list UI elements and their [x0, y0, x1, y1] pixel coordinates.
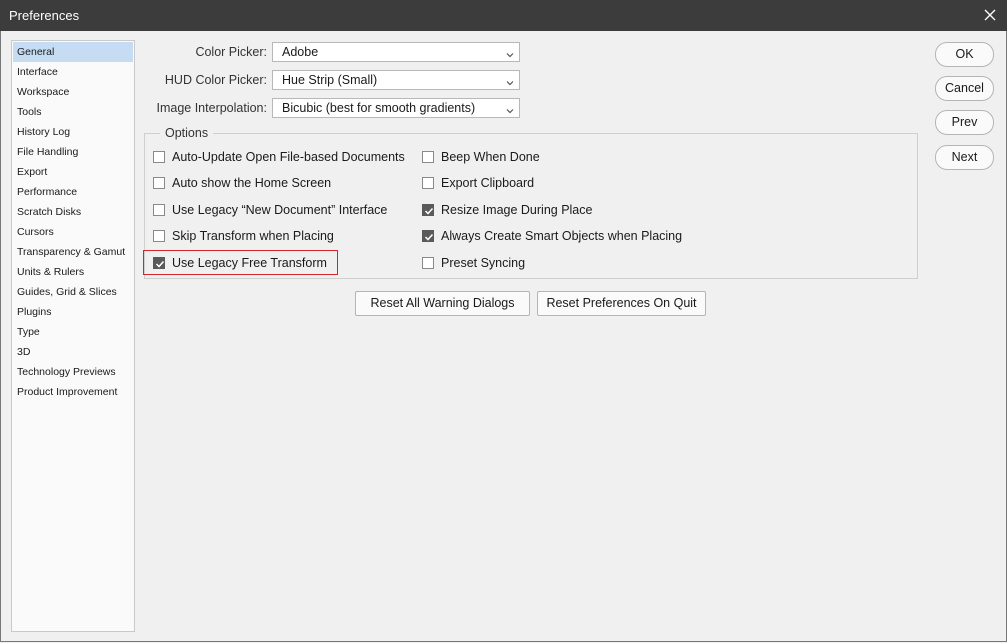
title-bar: Preferences: [0, 0, 1007, 31]
skip-transform-placing-checkbox[interactable]: Skip Transform when Placing: [153, 228, 334, 244]
close-icon[interactable]: [977, 2, 1003, 28]
window-frame: [0, 31, 1007, 642]
legacy-new-document-checkbox[interactable]: Use Legacy “New Document” Interface: [153, 202, 387, 218]
options-legend: Options: [160, 126, 214, 140]
sidebar-item-export[interactable]: Export: [13, 162, 133, 182]
sidebar: General Interface Workspace Tools Histor…: [11, 40, 135, 632]
checkbox-label: Preset Syncing: [441, 256, 526, 270]
checkbox-label: Export Clipboard: [441, 176, 535, 190]
reset-warning-dialogs-button[interactable]: Reset All Warning Dialogs: [355, 291, 530, 316]
sidebar-item-type[interactable]: Type: [13, 322, 133, 342]
checkbox-label: Skip Transform when Placing: [172, 229, 334, 243]
sidebar-item-units-rulers[interactable]: Units & Rulers: [13, 262, 133, 282]
checkbox-label: Auto-Update Open File-based Documents: [172, 150, 405, 164]
checkbox-box[interactable]: [153, 151, 165, 163]
chevron-down-icon: [505, 103, 515, 121]
checkbox-box[interactable]: [422, 230, 434, 242]
checkbox-label: Beep When Done: [441, 150, 540, 164]
sidebar-item-scratch-disks[interactable]: Scratch Disks: [13, 202, 133, 222]
auto-show-home-screen-checkbox[interactable]: Auto show the Home Screen: [153, 175, 331, 191]
checkbox-box[interactable]: [422, 151, 434, 163]
image-interpolation-select[interactable]: Bicubic (best for smooth gradients): [272, 98, 520, 118]
checkmark-icon: [424, 233, 434, 241]
export-clipboard-checkbox[interactable]: Export Clipboard: [422, 175, 534, 191]
resize-image-place-checkbox[interactable]: Resize Image During Place: [422, 202, 592, 218]
color-picker-label: Color Picker:: [195, 45, 267, 59]
auto-update-documents-checkbox[interactable]: Auto-Update Open File-based Documents: [153, 149, 405, 165]
chevron-down-icon: [505, 75, 515, 93]
sidebar-item-3d[interactable]: 3D: [13, 342, 133, 362]
checkmark-icon: [424, 207, 434, 215]
sidebar-item-plugins[interactable]: Plugins: [13, 302, 133, 322]
sidebar-item-product-improvement[interactable]: Product Improvement: [13, 382, 133, 402]
image-interpolation-value: Bicubic (best for smooth gradients): [282, 101, 476, 115]
checkbox-label: Resize Image During Place: [441, 203, 593, 217]
sidebar-item-cursors[interactable]: Cursors: [13, 222, 133, 242]
next-button[interactable]: Next: [935, 145, 994, 170]
cancel-button[interactable]: Cancel: [935, 76, 994, 101]
image-interpolation-label: Image Interpolation:: [156, 101, 268, 115]
color-picker-value: Adobe: [282, 45, 319, 59]
sidebar-item-performance[interactable]: Performance: [13, 182, 133, 202]
ok-button[interactable]: OK: [935, 42, 994, 67]
beep-when-done-checkbox[interactable]: Beep When Done: [422, 149, 540, 165]
checkbox-label: Use Legacy “New Document” Interface: [172, 203, 388, 217]
sidebar-item-file-handling[interactable]: File Handling: [13, 142, 133, 162]
smart-objects-placing-checkbox[interactable]: Always Create Smart Objects when Placing: [422, 228, 682, 244]
highlight-annotation: [143, 250, 338, 275]
preset-syncing-checkbox[interactable]: Preset Syncing: [422, 255, 525, 271]
checkbox-label: Always Create Smart Objects when Placing: [441, 229, 683, 243]
checkbox-box[interactable]: [153, 204, 165, 216]
sidebar-item-guides-grid-slices[interactable]: Guides, Grid & Slices: [13, 282, 133, 302]
checkbox-box[interactable]: [153, 230, 165, 242]
prev-button[interactable]: Prev: [935, 110, 994, 135]
checkbox-box[interactable]: [422, 257, 434, 269]
sidebar-item-technology-previews[interactable]: Technology Previews: [13, 362, 133, 382]
checkbox-box[interactable]: [153, 177, 165, 189]
checkbox-box[interactable]: [422, 177, 434, 189]
hud-color-picker-value: Hue Strip (Small): [282, 73, 378, 87]
sidebar-item-transparency-gamut[interactable]: Transparency & Gamut: [13, 242, 133, 262]
window-title: Preferences: [9, 8, 80, 23]
checkbox-box[interactable]: [422, 204, 434, 216]
chevron-down-icon: [505, 47, 515, 65]
hud-color-picker-select[interactable]: Hue Strip (Small): [272, 70, 520, 90]
sidebar-item-history-log[interactable]: History Log: [13, 122, 133, 142]
hud-color-picker-label: HUD Color Picker:: [164, 73, 267, 87]
color-picker-select[interactable]: Adobe: [272, 42, 520, 62]
checkbox-label: Auto show the Home Screen: [172, 176, 332, 190]
reset-preferences-button[interactable]: Reset Preferences On Quit: [537, 291, 706, 316]
